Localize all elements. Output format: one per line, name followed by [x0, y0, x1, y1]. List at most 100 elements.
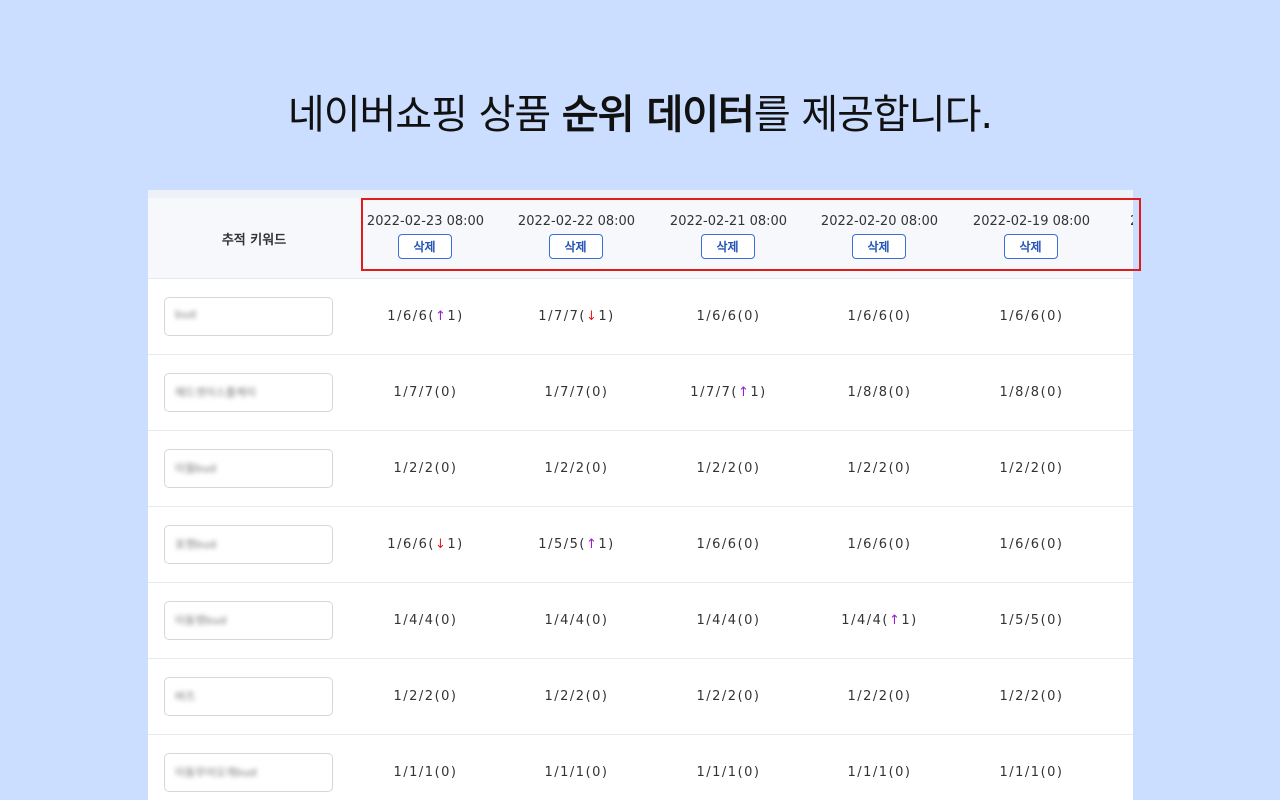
rank-cell: 1/6/6(0) — [804, 507, 955, 582]
table-row: 이월bud 1/2/2(0) 1/2/2(0) 1/2/2(0) 1/2/2(0) 1/2… — [148, 431, 1133, 507]
keyword-input[interactable]: bud — [164, 297, 333, 336]
keyword-value: 이동무어오게bud — [175, 766, 257, 779]
keyword-column-header: 추적 키워드 — [221, 232, 287, 248]
rank-cell: 1/2/2(0) — [653, 659, 804, 734]
rank-value: 1/7/7(0) — [393, 385, 458, 400]
headline-part1: 네이버쇼핑 상품 — [287, 92, 562, 138]
rank-value: 1/1/1(0) — [999, 765, 1064, 780]
rank-value: 1/2/2(0) — [393, 461, 458, 476]
rank-value: 1/5/5(0) — [999, 613, 1064, 628]
rank-value: 1/8/8(0) — [847, 385, 912, 400]
rank-cell: 1/6/6(0) — [804, 279, 955, 354]
panel-top-strip — [148, 190, 1133, 198]
rank-value: 1/6/6(0) — [696, 309, 761, 324]
rank-value: 1/4/4(0) — [544, 613, 609, 628]
table-header-row: 추적 키워드 2022-02-23 08:00 삭제 2022-02-22 08:0… — [148, 198, 1133, 279]
rank-down-arrow-icon: ↓ — [585, 309, 599, 324]
rank-value: 1/2/2(0) — [847, 461, 912, 476]
table-row: 이동무어오게bud 1/1/1(0) 1/1/1(0) 1/1/1(0) 1/1/1(0… — [148, 735, 1133, 800]
rank-cell: 1/2/2(0) — [804, 659, 955, 734]
rank-down-arrow-icon: ↓ — [434, 537, 448, 552]
keyword-value: 이동렛bud — [175, 614, 227, 627]
rank-value: 1/2/2(0) — [847, 689, 912, 704]
partial-date-label: 2 — [1130, 214, 1133, 229]
rank-table-panel: 추적 키워드 2022-02-23 08:00 삭제 2022-02-22 08:0… — [148, 190, 1133, 800]
rank-up-arrow-icon: ↑ — [737, 385, 751, 400]
rank-cell: 1/1/1(0) — [956, 735, 1107, 800]
rank-value: 1/6/6(0) — [696, 537, 761, 552]
date-column-header: 2022-02-22 08:00 삭제 — [501, 198, 652, 278]
rank-up-arrow-icon: ↑ — [434, 309, 448, 324]
rank-value: 1/1/1(0) — [393, 765, 458, 780]
rank-value: 1/7/7( — [538, 309, 586, 324]
rank-value: 1/2/2(0) — [696, 689, 761, 704]
rank-value: 1/4/4(0) — [393, 613, 458, 628]
rank-value: 1/2/2(0) — [544, 461, 609, 476]
keyword-value: 헤드셋이스폴케이 — [175, 386, 256, 399]
date-label: 2022-02-21 08:00 — [669, 214, 788, 229]
rank-cell: 1/2/2(0) — [501, 431, 652, 506]
rank-cell: 1/8/8(0) — [956, 355, 1107, 430]
delete-date-button[interactable]: 삭제 — [397, 234, 452, 259]
rank-cell: 1/7/7(↑ 1) — [653, 355, 804, 430]
rank-cell: 1/5/5(0) — [956, 583, 1107, 658]
rank-cell: 1/4/4(↑ 1) — [804, 583, 955, 658]
rank-cell: 1/6/6(0) — [956, 507, 1107, 582]
keyword-input[interactable]: 이동무어오게bud — [164, 753, 333, 792]
rank-cell: 1/7/7(0) — [350, 355, 501, 430]
keyword-value: 버즈 — [175, 690, 196, 703]
delete-date-button[interactable]: 삭제 — [548, 234, 603, 259]
table-row: 헤드셋이스폴케이 1/7/7(0) 1/7/7(0) 1/7/7(↑ 1) 1/8/8(0… — [148, 355, 1133, 431]
rank-value: 1/2/2(0) — [393, 689, 458, 704]
rank-delta: 1) — [447, 309, 464, 324]
rank-value: 1/6/6(0) — [847, 309, 912, 324]
rank-cell: 1/5/5(↑ 1) — [501, 507, 652, 582]
date-column-header: 2022-02-19 08:00 삭제 — [956, 198, 1107, 278]
keyword-input[interactable]: 헤드셋이스폴케이 — [164, 373, 333, 412]
rank-cell: 1/4/4(0) — [653, 583, 804, 658]
rank-cell: 1/6/6(0) — [653, 507, 804, 582]
delete-date-button[interactable]: 삭제 — [851, 234, 906, 259]
keyword-value: bud — [175, 308, 196, 321]
keyword-input[interactable]: 버즈 — [164, 677, 333, 716]
rank-up-arrow-icon: ↑ — [888, 613, 902, 628]
rank-cell: 1/1/1(0) — [653, 735, 804, 800]
rank-cell: 1/7/7(↓ 1) — [501, 279, 652, 354]
keyword-input[interactable]: 이월bud — [164, 449, 333, 488]
headline-bold: 순위 데이터 — [561, 92, 755, 138]
rank-value: 1/2/2(0) — [696, 461, 761, 476]
rank-value: 1/6/6(0) — [999, 537, 1064, 552]
rank-cell: 1/6/6(↓ 1) — [350, 507, 501, 582]
rank-cell: 1/2/2(0) — [804, 431, 955, 506]
rank-value: 1/6/6( — [387, 537, 435, 552]
rank-value: 1/6/6( — [387, 309, 435, 324]
rank-value: 1/6/6(0) — [847, 537, 912, 552]
rank-cell: 1/2/2(0) — [653, 431, 804, 506]
rank-delta: 1) — [447, 537, 464, 552]
date-label: 2022-02-20 08:00 — [820, 214, 939, 229]
table-row: 포켓bud 1/6/6(↓ 1) 1/5/5(↑ 1) 1/6/6(0) 1/6/6(0) 1… — [148, 507, 1133, 583]
rank-cell: 1/1/1(0) — [350, 735, 501, 800]
delete-date-button[interactable]: 삭제 — [700, 234, 755, 259]
rank-cell: 1/6/6(0) — [956, 279, 1107, 354]
rank-cell: 1/2/2(0) — [501, 659, 652, 734]
headline-part2: 를 제공합니다. — [753, 92, 993, 138]
rank-value: 1/1/1(0) — [696, 765, 761, 780]
date-label: 2022-02-19 08:00 — [972, 214, 1091, 229]
rank-delta: 1) — [750, 385, 767, 400]
rank-value: 1/7/7(0) — [544, 385, 609, 400]
keyword-input[interactable]: 포켓bud — [164, 525, 333, 564]
rank-cell: 1/2/2(0) — [956, 431, 1107, 506]
rank-value: 1/6/6(0) — [999, 309, 1064, 324]
rank-delta: 1) — [598, 537, 615, 552]
date-label: 2022-02-23 08:00 — [366, 214, 485, 229]
rank-cell: 1/2/2(0) — [956, 659, 1107, 734]
rank-cell: 1/6/6(0) — [653, 279, 804, 354]
rank-cell: 1/7/7(0) — [501, 355, 652, 430]
keyword-input[interactable]: 이동렛bud — [164, 601, 333, 640]
rank-value: 1/2/2(0) — [544, 689, 609, 704]
date-label: 2022-02-22 08:00 — [517, 214, 636, 229]
table-row: bud 1/6/6(↑ 1) 1/7/7(↓ 1) 1/6/6(0) 1/6/6(0) 1/6… — [148, 279, 1133, 355]
rank-delta: 1) — [901, 613, 918, 628]
delete-date-button[interactable]: 삭제 — [1003, 234, 1058, 259]
